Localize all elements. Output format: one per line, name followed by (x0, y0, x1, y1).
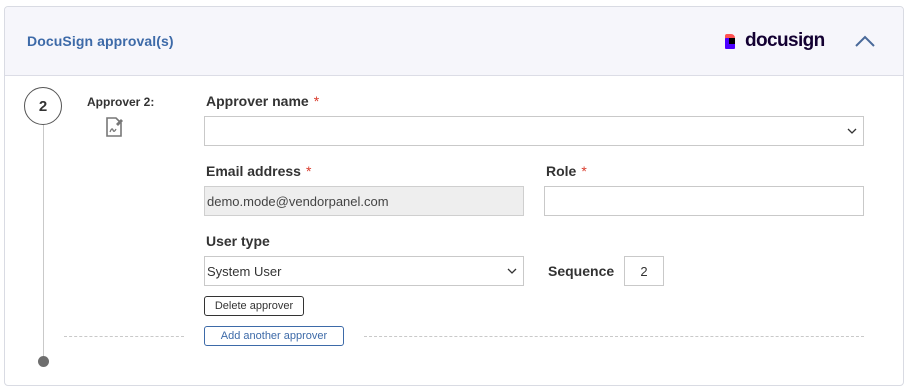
approver-name-label: Approver name * (206, 93, 320, 109)
add-another-approver-button[interactable]: Add another approver (204, 326, 344, 346)
step-connector-line (43, 125, 44, 357)
email-address-field: demo.mode@vendorpanel.com (204, 186, 524, 216)
docusign-logo-text: docusign (745, 30, 825, 51)
signature-document-icon (106, 117, 123, 137)
approver-name-select[interactable] (204, 116, 864, 146)
step-number-badge: 2 (24, 87, 62, 125)
user-type-select[interactable]: System User (204, 256, 524, 286)
delete-approver-button[interactable]: Delete approver (204, 296, 304, 316)
chevron-down-icon (847, 128, 857, 134)
role-input[interactable] (544, 186, 864, 216)
step-end-dot (38, 356, 49, 367)
role-label: Role * (546, 163, 587, 179)
sequence-label: Sequence (548, 263, 615, 279)
chevron-down-icon (507, 268, 517, 274)
email-address-label: Email address * (206, 163, 312, 179)
panel-title: DocuSign approval(s) (27, 33, 174, 49)
divider-right (364, 336, 864, 337)
chevron-up-icon[interactable] (853, 33, 877, 49)
sequence-input[interactable]: 2 (624, 256, 664, 286)
panel-header[interactable]: DocuSign approval(s) docusign (5, 7, 903, 76)
docusign-logo-icon (725, 33, 740, 49)
approver-label: Approver 2: (87, 95, 155, 109)
docusign-logo: docusign (725, 30, 825, 51)
user-type-label: User type (206, 233, 270, 249)
divider-left (64, 336, 184, 337)
